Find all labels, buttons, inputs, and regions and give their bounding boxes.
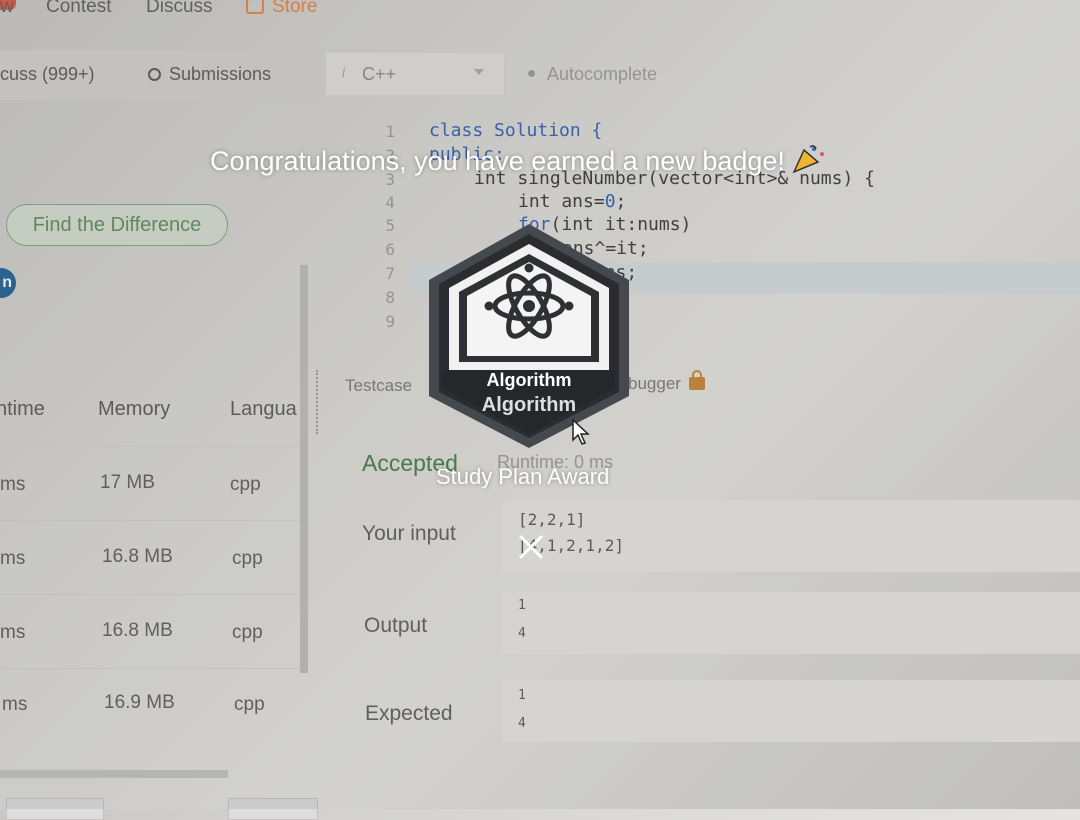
nav-store-label: Store	[272, 0, 318, 17]
table-cell-memory: 17 MB	[100, 472, 155, 493]
tab-debugger[interactable]: bugger	[628, 370, 705, 394]
output-box: 1 4	[502, 592, 1080, 654]
column-header-language[interactable]: Langua	[230, 398, 297, 421]
table-cell-runtime: ms	[2, 694, 28, 715]
chevron-down-icon	[474, 69, 484, 75]
input-box: [2,2,1] [4,1,2,1,2]	[502, 500, 1080, 572]
output-label: Output	[364, 614, 428, 637]
table-cell-memory: 16.8 MB	[102, 546, 173, 567]
your-input-label: Your input	[362, 522, 456, 545]
line-number: 7	[385, 264, 395, 283]
badge-award-type: Study Plan Award	[436, 464, 610, 489]
close-icon[interactable]	[516, 532, 546, 562]
badge-name: Algorithm	[486, 370, 572, 390]
table-cell-language: cpp	[232, 622, 263, 643]
expected-line: 1	[518, 688, 526, 703]
table-cell-language: cpp	[234, 694, 265, 715]
row-divider	[0, 446, 300, 447]
tab-discuss[interactable]: cuss (999+)	[0, 64, 95, 85]
mouse-cursor-icon	[572, 418, 590, 445]
expected-label: Expected	[365, 702, 453, 725]
table-cell-runtime: ms	[0, 474, 26, 495]
tab-submissions-label: Submissions	[169, 64, 272, 84]
badge-modal-title: Congratulations, you have earned a new b…	[210, 144, 826, 177]
code-token: int ans=	[518, 191, 605, 212]
nav-store[interactable]: Store	[246, 0, 317, 18]
table-cell-runtime: ms	[0, 622, 26, 643]
row-divider	[0, 594, 300, 595]
action-button[interactable]	[6, 798, 104, 820]
badge-modal-message: Congratulations, you have earned a new b…	[210, 146, 785, 176]
language-select[interactable]: i C++	[325, 52, 505, 96]
badge-name-echo: Algorithm	[481, 394, 577, 416]
output-line: 4	[518, 626, 526, 641]
tab-submissions[interactable]: Submissions	[148, 64, 271, 85]
top-nav: w Contest Discuss Store	[0, 0, 1080, 24]
line-number: 8	[385, 288, 395, 307]
tab-debugger-label: bugger	[628, 374, 681, 393]
line-number: 6	[385, 240, 395, 259]
table-cell-runtime: ms	[0, 548, 26, 569]
avatar[interactable]: n	[0, 268, 16, 298]
column-header-runtime[interactable]: ntime	[0, 398, 45, 421]
nav-contest[interactable]: Contest	[46, 0, 111, 18]
expected-box: 1 4	[502, 680, 1080, 742]
table-cell-memory: 16.8 MB	[102, 620, 173, 641]
info-icon: i	[342, 64, 346, 80]
action-button[interactable]	[228, 798, 318, 820]
line-number: 5	[385, 216, 395, 235]
column-header-memory[interactable]: Memory	[98, 398, 170, 421]
autocomplete-toggle[interactable]: Autocomplete	[528, 64, 657, 85]
store-icon	[246, 0, 264, 14]
row-divider	[0, 668, 300, 669]
input-line: [2,2,1]	[518, 510, 586, 529]
code-token: Solution {	[483, 120, 603, 141]
table-cell-language: cpp	[232, 548, 263, 569]
output-line: 1	[518, 598, 526, 613]
line-number: 4	[385, 193, 395, 212]
row-divider	[0, 520, 300, 521]
party-popper-icon	[792, 145, 825, 174]
language-value: C++	[362, 64, 397, 84]
autocomplete-label: Autocomplete	[547, 64, 658, 84]
table-cell-memory: 16.9 MB	[104, 692, 175, 713]
line-number: 1	[385, 122, 395, 141]
line-number: 9	[385, 312, 395, 331]
code-line[interactable]: int ans=0;	[518, 191, 626, 212]
code-number: 0	[604, 191, 616, 212]
status-dot-icon	[528, 70, 535, 77]
table-cell-language: cpp	[230, 474, 261, 495]
horizontal-scrollbar[interactable]	[0, 770, 228, 778]
vertical-scrollbar[interactable]	[300, 265, 308, 673]
code-keyword: class	[429, 120, 484, 141]
lock-icon	[688, 370, 705, 390]
resize-handle[interactable]	[316, 370, 322, 434]
nav-discuss[interactable]: Discuss	[146, 0, 213, 18]
nav-item-partial[interactable]: w	[0, 0, 14, 18]
tab-testcase[interactable]: Testcase	[345, 376, 412, 396]
algorithm-badge: Algorithm Algorithm	[423, 220, 635, 452]
code-line[interactable]: class Solution {	[429, 120, 602, 141]
code-token: ;	[615, 191, 627, 212]
related-problem-tag[interactable]: Find the Difference	[6, 204, 228, 246]
clock-icon	[148, 68, 161, 81]
expected-line: 4	[518, 716, 526, 731]
